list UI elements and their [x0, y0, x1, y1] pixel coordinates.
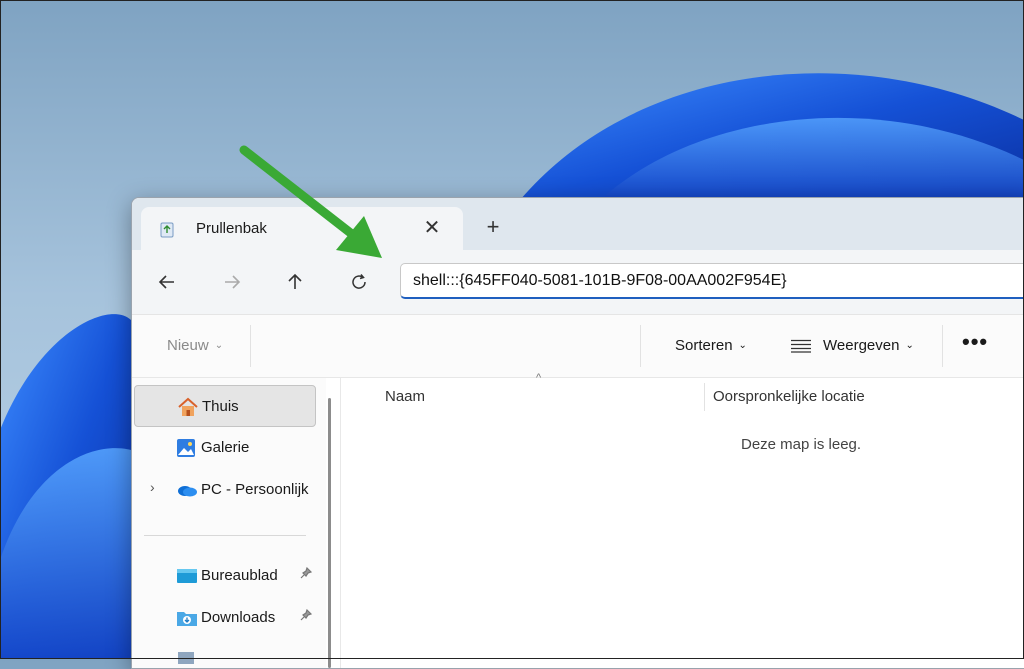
sidebar-item-label: Downloads	[201, 609, 276, 626]
new-button-label: Nieuw	[167, 337, 209, 354]
chevron-right-icon[interactable]: ›	[150, 479, 155, 495]
sort-button[interactable]: Sorteren ⌄	[675, 337, 747, 354]
sidebar-item-label: Galerie	[201, 439, 250, 456]
view-button-label: Weergeven	[823, 337, 900, 354]
refresh-icon	[352, 274, 366, 289]
tab-strip: Prullenbak ✕ +	[132, 198, 1024, 250]
up-button[interactable]	[281, 268, 309, 296]
pin-icon[interactable]	[300, 566, 313, 582]
back-arrow-icon	[158, 275, 174, 289]
pin-icon[interactable]	[300, 608, 313, 624]
sidebar-item-partial[interactable]	[134, 639, 316, 668]
sidebar-item-label: Bureaublad	[201, 567, 278, 584]
command-bar: Nieuw ⌄ Sorteren ⌄ Weergeven ⌄ •••	[132, 315, 1024, 378]
sidebar-divider	[144, 535, 306, 536]
up-arrow-icon	[288, 273, 302, 289]
empty-folder-message: Deze map is leeg.	[741, 436, 862, 453]
gallery-icon	[176, 438, 196, 458]
file-list: ^ Naam Oorspronkelijke locatie Deze map …	[340, 372, 1024, 668]
tab-recycle-bin[interactable]: Prullenbak ✕	[141, 207, 463, 250]
sort-ascending-icon: ^	[536, 372, 542, 384]
more-options-button[interactable]: •••	[962, 329, 988, 355]
sidebar-scrollbar[interactable]	[328, 398, 331, 668]
file-explorer-window: Prullenbak ✕ + shell:::{645FF040-5081-10…	[131, 197, 1024, 669]
new-button[interactable]: Nieuw ⌄	[167, 337, 223, 354]
toolbar-divider	[250, 325, 251, 367]
close-tab-icon[interactable]: ✕	[421, 217, 443, 239]
home-icon	[177, 397, 198, 417]
sidebar-item-onedrive[interactable]: › PC - Persoonlijk	[134, 469, 316, 511]
folder-icon	[176, 650, 196, 668]
back-button[interactable]	[153, 268, 181, 296]
column-header-original-location[interactable]: Oorspronkelijke locatie	[713, 388, 865, 405]
sidebar-item-thuis[interactable]: Thuis	[134, 385, 316, 427]
sort-button-label: Sorteren	[675, 337, 733, 354]
forward-button[interactable]	[218, 268, 246, 296]
recycle-bin-icon	[158, 220, 176, 238]
chevron-down-icon: ⌄	[214, 340, 224, 351]
address-bar[interactable]: shell:::{645FF040-5081-101B-9F08-00AA002…	[400, 263, 1024, 299]
onedrive-icon	[176, 480, 197, 500]
view-button[interactable]: Weergeven ⌄	[791, 337, 914, 354]
navigation-bar: shell:::{645FF040-5081-101B-9F08-00AA002…	[132, 250, 1024, 315]
desktop-folder-icon	[176, 566, 197, 586]
sidebar-item-label: Thuis	[202, 398, 239, 415]
navigation-pane: Thuis Galerie › PC - Persoonlijk Bureaub…	[132, 378, 326, 668]
list-view-icon	[791, 339, 811, 353]
sidebar-item-label: PC - Persoonlijk	[201, 481, 309, 498]
chevron-down-icon: ⌄	[905, 340, 914, 351]
sidebar-item-galerie[interactable]: Galerie	[134, 427, 316, 469]
sidebar-item-downloads[interactable]: Downloads	[134, 597, 316, 639]
sidebar-item-bureaublad[interactable]: Bureaublad	[134, 555, 316, 597]
chevron-down-icon: ⌄	[738, 340, 747, 351]
address-input-text[interactable]: shell:::{645FF040-5081-101B-9F08-00AA002…	[413, 272, 787, 290]
refresh-button[interactable]	[345, 268, 373, 296]
forward-arrow-icon	[225, 275, 241, 289]
tab-title: Prullenbak	[196, 220, 267, 237]
column-header-name[interactable]: Naam	[385, 388, 425, 405]
toolbar-divider	[942, 325, 943, 367]
toolbar-divider	[640, 325, 641, 367]
downloads-folder-icon	[176, 608, 197, 628]
new-tab-button[interactable]: +	[482, 216, 504, 238]
column-divider[interactable]	[704, 383, 705, 411]
